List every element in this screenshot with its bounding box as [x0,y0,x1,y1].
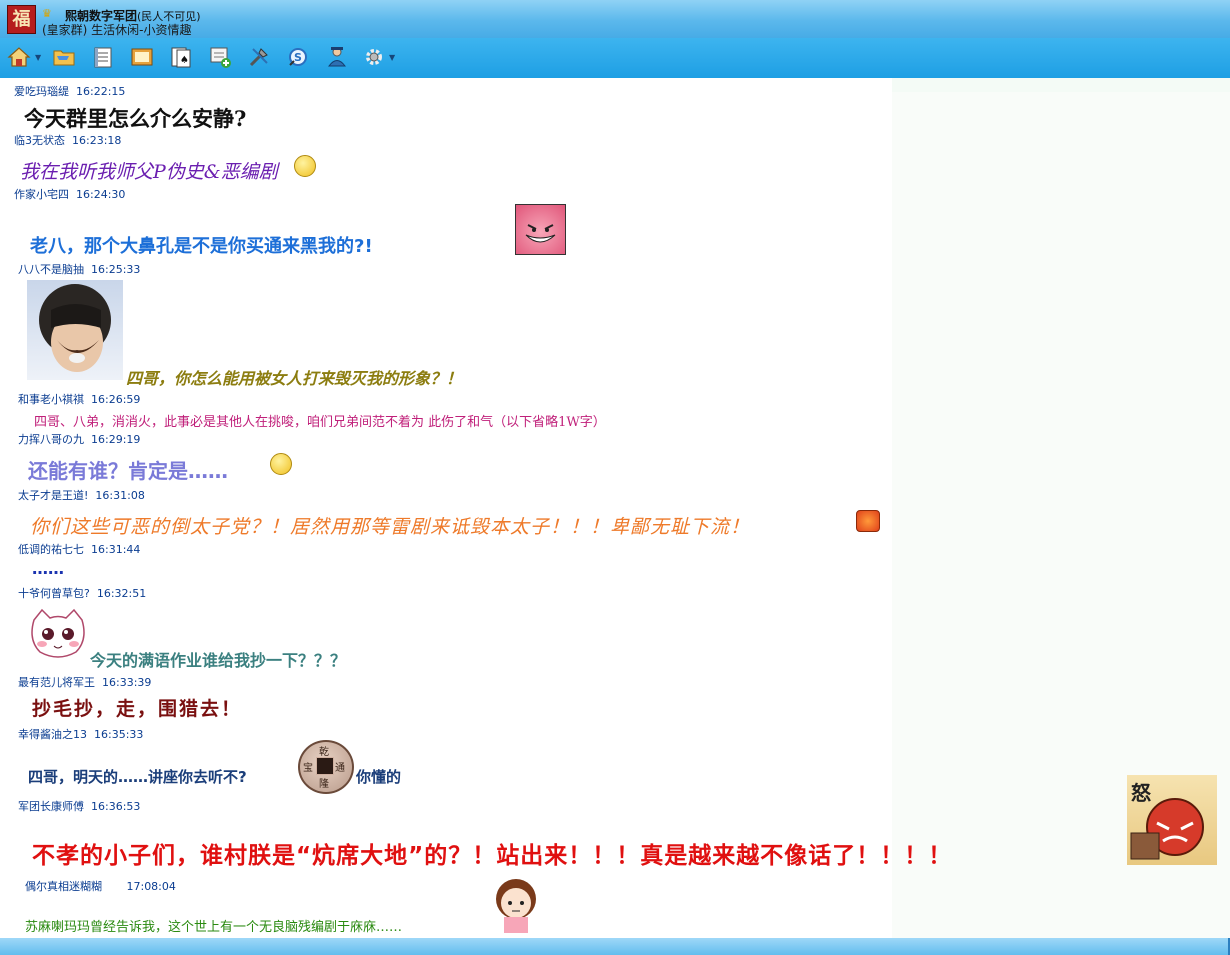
smiley-emoticon-icon [294,155,316,177]
message-text: 今天群里怎么介么安静? [24,106,247,131]
cat-face-sticker-icon [28,606,88,666]
message-header: 偶尔真相迷糊糊 17:08:04 [25,878,176,894]
message-header: 爱吃玛瑙缇 16:22:15 [14,83,125,99]
status-bar [0,938,1230,955]
message-header: 低调的祐七七 16:31:44 [18,541,140,557]
message-text: 不孝的小子们，谁村朕是“炕席大地”的？！站出来！！！真是越来越不像话了！！！！ [32,843,953,869]
message-text-continued: 你懂的 [356,768,402,786]
message-time: 16:25:33 [91,263,141,276]
message-header: 临3无状态 16:23:18 [14,132,121,148]
crying-man-photo-sticker [27,280,123,380]
coin-glyph: 隆 [319,779,329,790]
sender-name[interactable]: 太子才是王道! [18,489,88,502]
sender-name[interactable]: 军团长康师傅 [18,800,84,813]
add-member-icon[interactable] [207,44,233,70]
furious-emoticon-icon [856,510,880,532]
settings-icon[interactable] [361,44,387,70]
message-text: 还能有谁？肯定是…… [28,459,228,483]
album-icon[interactable] [129,44,155,70]
message-text: 四哥、八弟，消消火，此事必是其他人在挑唆，咱们兄弟间范不着为 此伤了和气（以下省… [34,415,606,430]
sender-name[interactable]: 最有范儿将军王 [18,676,95,689]
message-text: 四哥，明天的……讲座你去听不? [28,768,247,786]
surprised-emoticon-icon [270,453,292,475]
message-header: 最有范儿将军王 16:33:39 [18,674,151,690]
message-text: 四哥，你怎么能用被女人打来毁灭我的形象？！ [126,369,463,388]
sender-name[interactable]: 十爷何曾草包? [18,587,90,600]
svg-text:♠: ♠ [180,55,189,66]
sender-name[interactable]: 八八不是脑抽 [18,263,84,276]
message-time: 16:32:51 [96,587,147,600]
anger-glyph: 怒 [1131,781,1151,805]
message-time: 16:33:39 [102,676,152,689]
sender-name[interactable]: 临3无状态 [14,134,65,147]
sender-name[interactable]: 作家小宅四 [14,188,69,201]
folder-icon[interactable] [51,44,77,70]
girl-shrug-sticker-icon [488,875,544,933]
sender-name[interactable]: 幸得酱油之13 [18,728,87,741]
message-time: 16:22:15 [76,85,126,98]
sender-name[interactable]: 低调的祐七七 [18,543,84,556]
ancient-coin-sticker-icon: 乾 隆 通 宝 [298,740,354,794]
message-text: 你们这些可恶的倒太子党？！居然用那等雷剧来诋毁本太子！！！卑鄙无耻下流！ [30,516,751,538]
message-header: 军团长康师傅 16:36:53 [18,798,140,814]
group-avatar[interactable]: 福 [7,5,36,34]
home-dropdown-chevron-icon[interactable]: ▼ [35,53,41,62]
sender-name[interactable]: 和事老小祺祺 [18,393,84,406]
message-header: 力挥八哥の九 16:29:19 [18,431,140,447]
message-time: 16:29:19 [91,433,141,446]
sender-name[interactable]: 力挥八哥の九 [18,433,84,446]
crown-icon: ♛ [42,7,52,20]
message-text: 老八，那个大鼻孔是不是你买通来黑我的?! [30,236,373,257]
message-time: 16:35:33 [94,728,144,741]
message-time: 16:24:30 [76,188,126,201]
message-time: 16:26:59 [91,393,141,406]
sender-name[interactable]: 爱吃玛瑙缇 [14,85,69,98]
home-icon[interactable] [6,44,32,70]
chat-history[interactable]: 爱吃玛瑙缇 16:22:15 今天群里怎么介么安静? 临3无状态 16:23:1… [0,78,1230,938]
cards-game-icon[interactable]: ♠ [168,44,194,70]
message-header: 八八不是脑抽 16:25:33 [18,261,140,277]
coin-glyph: 通 [335,763,345,774]
message-header: 太子才是王道! 16:31:08 [18,487,145,503]
angry-emperor-sticker-icon: 怒 [1127,775,1217,865]
message-time: 16:36:53 [91,800,141,813]
title-bar: 福 ♛ 熙朝数字军团(民人不可见) (皇家群) 生活休闲-小资情趣 [0,0,1230,38]
svg-text:S: S [294,51,302,64]
chat-background-strip [892,78,1230,92]
message-time: 16:23:18 [72,134,122,147]
message-header: 十爷何曾草包? 16:32:51 [18,585,146,601]
angry-face-sticker-icon [515,204,566,255]
message-header: 作家小宅四 16:24:30 [14,186,125,202]
message-time: 17:08:04 [126,880,176,893]
message-header: 幸得酱油之13 16:35:33 [18,726,143,742]
message-text: 苏麻喇玛玛曾经告诉我，这个世上有一个无良脑残编剧于庥庥…… [25,920,403,935]
message-text: 我在我听我师父P伪史&恶编剧 [20,161,278,183]
message-time: 16:31:08 [95,489,145,502]
coin-glyph: 乾 [319,747,329,758]
search-icon[interactable]: S [285,44,311,70]
group-category: (皇家群) 生活休闲-小资情趣 [42,23,192,37]
message-time: 16:31:44 [91,543,141,556]
notes-icon[interactable] [90,44,116,70]
toolbar: ▼ ♠ S ▼ [0,38,1230,78]
settings-dropdown-chevron-icon[interactable]: ▼ [389,53,395,62]
coin-square-hole [316,757,334,775]
tools-icon[interactable] [246,44,272,70]
message-text: 抄毛抄，走，围猎去！ [32,698,243,720]
sender-name[interactable]: 偶尔真相迷糊糊 [25,880,102,893]
message-text: …… [32,559,64,578]
manage-icon[interactable] [324,44,350,70]
message-text: 今天的满语作业谁给我抄一下？？？ [90,651,347,670]
coin-glyph: 宝 [303,763,313,774]
message-header: 和事老小祺祺 16:26:59 [18,391,140,407]
